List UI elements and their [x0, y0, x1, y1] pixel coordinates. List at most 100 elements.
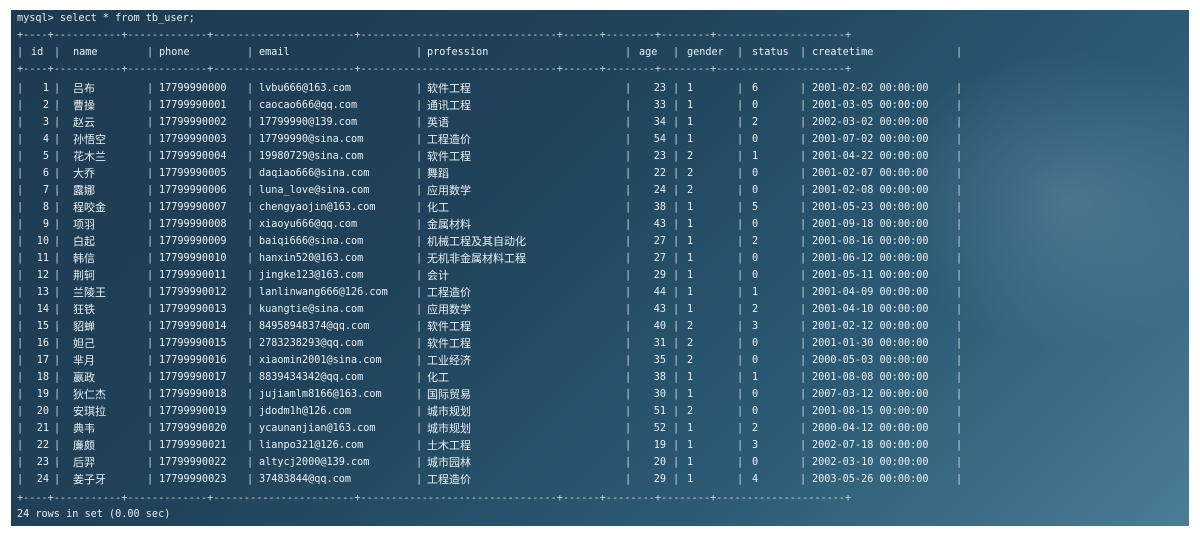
row-16-id: 16: [36, 338, 49, 349]
row-8-name: 程咬金: [73, 201, 106, 214]
column-divider: |: [147, 406, 154, 417]
column-divider: |: [673, 202, 680, 213]
column-divider: |: [956, 338, 963, 349]
column-divider: |: [247, 287, 254, 298]
column-divider: |: [956, 202, 963, 213]
row-11-name: 韩信: [73, 252, 95, 265]
column-divider: |: [673, 151, 680, 162]
column-divider: |: [17, 423, 24, 434]
row-2-age: 33: [653, 100, 666, 111]
column-divider: |: [625, 287, 632, 298]
column-divider: |: [673, 219, 680, 230]
table-border-top: +----+-----------+-------------+--------…: [17, 30, 852, 41]
row-24-createtime: 2003-05-26 00:00:00: [812, 474, 929, 485]
column-divider: |: [247, 321, 254, 332]
row-3-phone: 17799990002: [159, 117, 227, 128]
column-divider: |: [17, 406, 24, 417]
column-header-name[interactable]: name: [73, 44, 98, 61]
column-header-createtime[interactable]: createtime: [812, 44, 873, 61]
column-divider: |: [800, 202, 807, 213]
column-divider: |: [416, 219, 423, 230]
column-header-profession[interactable]: profession: [427, 44, 488, 61]
column-divider: |: [737, 355, 744, 366]
row-4-profession: 工程造价: [427, 133, 471, 146]
column-divider: |: [17, 134, 24, 145]
column-divider: |: [956, 355, 963, 366]
row-1-name: 吕布: [73, 82, 95, 95]
row-12-profession: 会计: [427, 269, 449, 282]
column-divider: |: [247, 474, 254, 485]
row-21-phone: 17799990020: [159, 423, 227, 434]
column-header-email[interactable]: email: [259, 44, 290, 61]
row-4-status: 0: [752, 134, 759, 145]
column-divider: |: [800, 83, 807, 94]
row-19-age: 30: [653, 389, 666, 400]
row-20-email: jdodm1h@126.com: [259, 406, 352, 417]
column-header-phone[interactable]: phone: [159, 44, 190, 61]
column-divider: |: [416, 253, 423, 264]
column-header-status[interactable]: status: [752, 44, 789, 61]
row-12-id: 12: [36, 270, 49, 281]
row-7-id: 7: [42, 185, 49, 196]
column-header-id[interactable]: id: [31, 44, 43, 61]
column-divider: |: [247, 372, 254, 383]
row-8-status: 5: [752, 202, 759, 213]
row-22-createtime: 2002-07-18 00:00:00: [812, 440, 929, 451]
column-divider: |: [625, 100, 632, 111]
column-divider: |: [247, 253, 254, 264]
row-17-status: 0: [752, 355, 759, 366]
row-10-createtime: 2001-08-16 00:00:00: [812, 236, 929, 247]
column-divider: |: [17, 287, 24, 298]
column-divider: |: [673, 423, 680, 434]
command-prompt: mysql> select * from tb_user;: [17, 13, 195, 24]
column-divider: |: [956, 287, 963, 298]
row-9-email: xiaoyu666@qq.com: [259, 219, 358, 230]
column-divider: |: [673, 338, 680, 349]
row-21-createtime: 2000-04-12 00:00:00: [812, 423, 929, 434]
row-3-age: 34: [653, 117, 666, 128]
column-divider: |: [247, 134, 254, 145]
column-divider: |: [247, 202, 254, 213]
column-divider: |: [737, 134, 744, 145]
column-divider: |: [416, 372, 423, 383]
row-2-phone: 17799990001: [159, 100, 227, 111]
row-17-id: 17: [36, 355, 49, 366]
row-15-profession: 软件工程: [427, 320, 471, 333]
column-divider: |: [416, 304, 423, 315]
column-header-gender[interactable]: gender: [687, 44, 724, 61]
column-divider: |: [147, 372, 154, 383]
row-18-name: 嬴政: [73, 371, 95, 384]
row-10-phone: 17799990009: [159, 236, 227, 247]
column-divider: |: [17, 83, 24, 94]
row-20-status: 0: [752, 406, 759, 417]
row-17-email: xiaomin2001@sina.com: [259, 355, 382, 366]
column-divider: |: [17, 338, 24, 349]
row-9-id: 9: [42, 219, 49, 230]
row-20-phone: 17799990019: [159, 406, 227, 417]
column-divider: |: [416, 440, 423, 451]
row-18-id: 18: [36, 372, 49, 383]
column-divider: |: [17, 321, 24, 332]
column-divider: |: [800, 117, 807, 128]
column-divider: |: [247, 185, 254, 196]
row-21-age: 52: [653, 423, 666, 434]
column-divider: |: [800, 185, 807, 196]
row-12-email: jingke123@163.com: [259, 270, 364, 281]
row-21-email: ycaunanjian@163.com: [259, 423, 376, 434]
column-divider: |: [54, 406, 61, 417]
row-14-age: 43: [653, 304, 666, 315]
row-3-createtime: 2002-03-02 00:00:00: [812, 117, 929, 128]
row-15-email: 84958948374@qq.com: [259, 321, 370, 332]
column-divider: |: [956, 185, 963, 196]
column-divider: |: [54, 151, 61, 162]
column-header-age[interactable]: age: [639, 44, 657, 61]
column-divider: |: [625, 423, 632, 434]
column-divider: |: [54, 440, 61, 451]
row-5-name: 花木兰: [73, 150, 106, 163]
column-divider: |: [956, 457, 963, 468]
column-divider: |: [673, 474, 680, 485]
column-divider: |: [625, 83, 632, 94]
terminal-window[interactable]: mysql> select * from tb_user; +----+----…: [11, 10, 1189, 526]
column-divider: |: [247, 236, 254, 247]
column-divider: |: [17, 168, 24, 179]
